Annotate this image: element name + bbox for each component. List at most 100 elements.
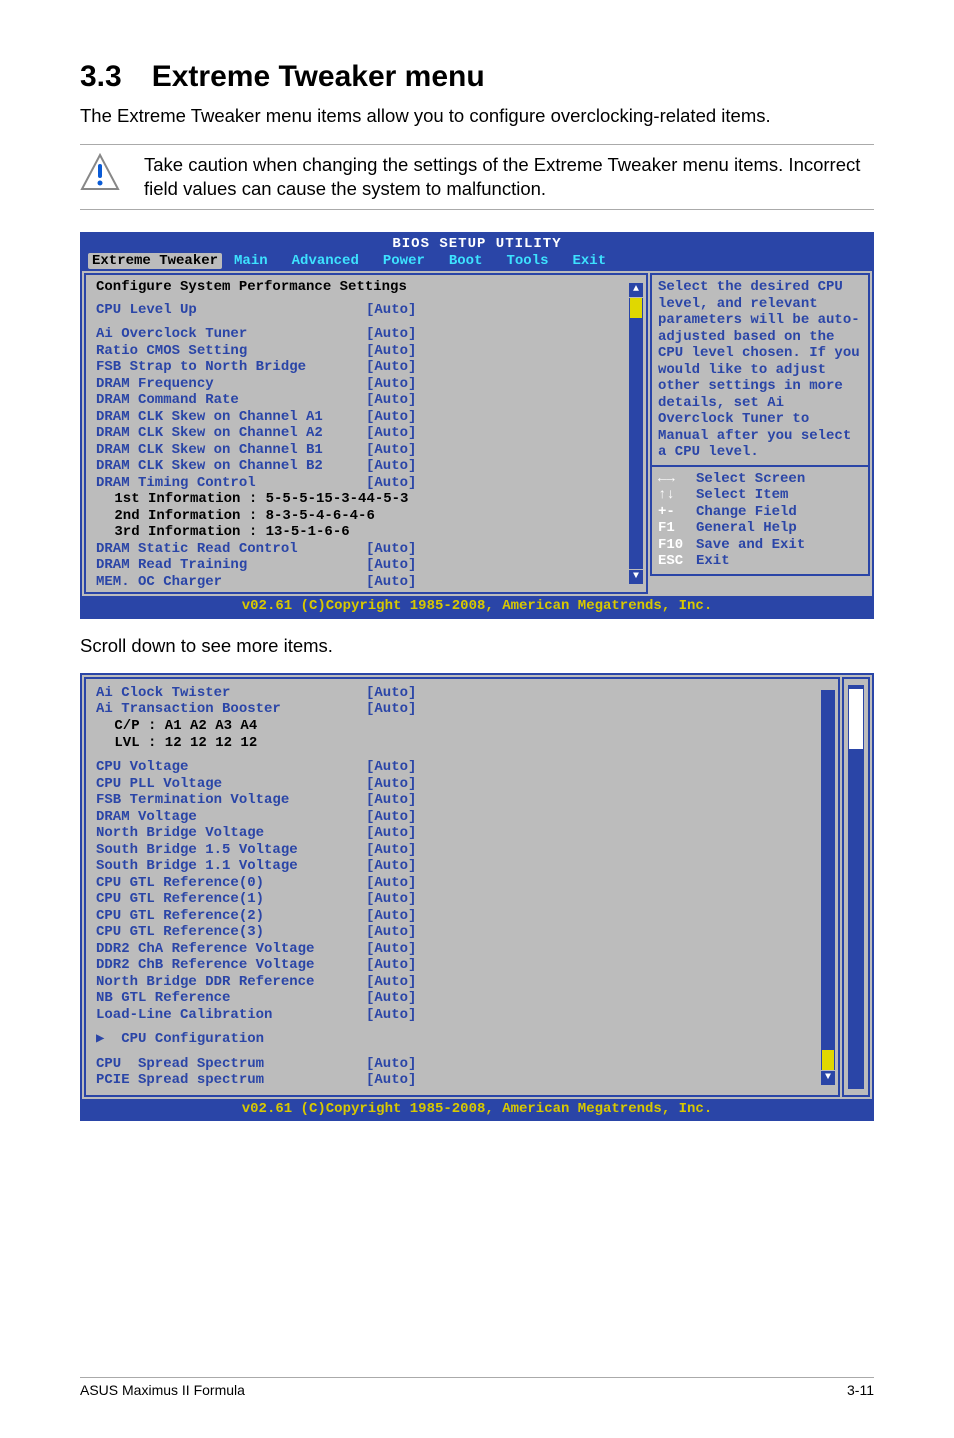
bios-setting-row[interactable]: DRAM Read Training[Auto]: [96, 557, 640, 574]
bios-setting-value: [Auto]: [366, 809, 416, 826]
bios-tab-power[interactable]: Power: [371, 253, 437, 270]
bios-setting-value: [Auto]: [366, 392, 416, 409]
bios-setting-row[interactable]: DRAM CLK Skew on Channel B2[Auto]: [96, 458, 640, 475]
bios-key-icon: F10: [658, 537, 696, 554]
bios-setting-row[interactable]: Ai Overclock Tuner[Auto]: [96, 326, 640, 343]
page-footer: ASUS Maximus II Formula 3-11: [80, 1377, 874, 1398]
bios-setting-row[interactable]: CPU GTL Reference(2)[Auto]: [96, 908, 832, 925]
bios-setting-row[interactable]: South Bridge 1.5 Voltage[Auto]: [96, 842, 832, 859]
bios-setting-row[interactable]: CPU GTL Reference(0)[Auto]: [96, 875, 832, 892]
bios-setting-row[interactable]: North Bridge Voltage[Auto]: [96, 825, 832, 842]
bios-setting-label: CPU GTL Reference(0): [96, 875, 366, 892]
bios-tab-exit[interactable]: Exit: [561, 253, 619, 270]
caution-text: Take caution when changing the settings …: [144, 153, 874, 201]
bios-setting-row[interactable]: DRAM CLK Skew on Channel A2[Auto]: [96, 425, 640, 442]
bios-setting-row[interactable]: DRAM Static Read Control[Auto]: [96, 541, 640, 558]
bios-setting-label: MEM. OC Charger: [96, 574, 366, 591]
bios-setting-label: Ai Overclock Tuner: [96, 326, 366, 343]
bios-setting-row[interactable]: CPU GTL Reference(3)[Auto]: [96, 924, 832, 941]
bios-setting-value: [Auto]: [366, 326, 416, 343]
bios-setting-row[interactable]: Ratio CMOS Setting[Auto]: [96, 343, 640, 360]
bios-setting-row[interactable]: FSB Termination Voltage[Auto]: [96, 792, 832, 809]
bios-setting-label: Ai Clock Twister: [96, 685, 366, 702]
bios-key-icon: ←→: [658, 471, 696, 488]
bios-key-row: ↑↓Select Item: [658, 487, 862, 504]
bios-info-line: 2nd Information : 8-3-5-4-6-4-6: [96, 508, 366, 525]
bios-setting-row[interactable]: North Bridge DDR Reference[Auto]: [96, 974, 832, 991]
bios-setting-row[interactable]: CPU Spread Spectrum[Auto]: [96, 1056, 832, 1073]
bios-setting-row[interactable]: DRAM Voltage[Auto]: [96, 809, 832, 826]
bios-setting-value: [Auto]: [366, 792, 416, 809]
bios-setting-row[interactable]: DDR2 ChA Reference Voltage[Auto]: [96, 941, 832, 958]
bios-setting-value: [Auto]: [366, 458, 416, 475]
bios-setting-row[interactable]: DRAM Command Rate[Auto]: [96, 392, 640, 409]
bios-setting-row[interactable]: CPU PLL Voltage[Auto]: [96, 776, 832, 793]
bios-submenu-item[interactable]: ▶ CPU Configuration: [96, 1031, 832, 1048]
bios-setting-label: DDR2 ChA Reference Voltage: [96, 941, 366, 958]
bios2-right-scroll-thumb[interactable]: [849, 689, 863, 749]
bios-key-icon: +-: [658, 504, 696, 521]
bios-setting-label: CPU Voltage: [96, 759, 366, 776]
bios-setting-row[interactable]: CPU Voltage[Auto]: [96, 759, 832, 776]
bios-help-text: Select the desired CPU level, and releva…: [650, 273, 870, 467]
scroll-up-icon[interactable]: ▲: [629, 283, 643, 297]
bios-setting-row[interactable]: FSB Strap to North Bridge[Auto]: [96, 359, 640, 376]
bios-setting-row[interactable]: Load-Line Calibration[Auto]: [96, 1007, 832, 1024]
bios-setting-row[interactable]: PCIE Spread spectrum[Auto]: [96, 1072, 832, 1089]
bios-setting-value: [Auto]: [366, 1072, 416, 1089]
caution-block: Take caution when changing the settings …: [80, 144, 874, 210]
bios-setting-label: DRAM Timing Control: [96, 475, 366, 492]
bios-setting-label: CPU PLL Voltage: [96, 776, 366, 793]
bios-footer: v02.61 (C)Copyright 1985-2008, American …: [82, 596, 872, 617]
bios-tab-main[interactable]: Main: [222, 253, 280, 270]
bios-setting-value: [Auto]: [366, 825, 416, 842]
bios-setting-row[interactable]: DRAM Frequency[Auto]: [96, 376, 640, 393]
bios-setting-row[interactable]: DRAM Timing Control[Auto]: [96, 475, 640, 492]
bios-setting-row[interactable]: DRAM CLK Skew on Channel B1[Auto]: [96, 442, 640, 459]
bios-setting-row[interactable]: CPU Level Up[Auto]: [96, 302, 640, 319]
scroll-thumb[interactable]: [630, 298, 642, 318]
bios-key-label: Exit: [696, 553, 730, 570]
bios-setting-label: North Bridge Voltage: [96, 825, 366, 842]
bios-setting-row[interactable]: DDR2 ChB Reference Voltage[Auto]: [96, 957, 832, 974]
bios-setting-row[interactable]: CPU GTL Reference(1)[Auto]: [96, 891, 832, 908]
bios-setting-value: [Auto]: [366, 409, 416, 426]
bios-key-label: Save and Exit: [696, 537, 805, 554]
scroll-track[interactable]: [629, 298, 643, 569]
bios-key-row: ←→Select Screen: [658, 471, 862, 488]
bios-setting-label: South Bridge 1.1 Voltage: [96, 858, 366, 875]
bios-setting-row[interactable]: Ai Clock Twister[Auto]: [96, 685, 832, 702]
bios-scrollbar[interactable]: ▲ ▼: [628, 283, 644, 584]
bios-tab-advanced[interactable]: Advanced: [280, 253, 371, 270]
bios-subinfo-line: LVL : 12 12 12 12: [96, 735, 366, 752]
bios-setting-row[interactable]: NB GTL Reference[Auto]: [96, 990, 832, 1007]
bios-left-pane: Configure System Performance Settings CP…: [84, 273, 648, 594]
scroll-down-icon[interactable]: ▼: [821, 1071, 835, 1085]
scroll-note: Scroll down to see more items.: [80, 635, 874, 657]
bios-setting-row[interactable]: Ai Transaction Booster[Auto]: [96, 701, 832, 718]
bios-setting-value: [Auto]: [366, 990, 416, 1007]
scroll-down-icon[interactable]: ▼: [629, 570, 643, 584]
bios-setting-label: DRAM Read Training: [96, 557, 366, 574]
bios-setting-value: [Auto]: [366, 376, 416, 393]
bios-setting-value: [Auto]: [366, 359, 416, 376]
bios-setting-label: DRAM Voltage: [96, 809, 366, 826]
bios-setting-value: [Auto]: [366, 776, 416, 793]
bios-setting-row[interactable]: DRAM CLK Skew on Channel A1[Auto]: [96, 409, 640, 426]
bios2-right-scroll-track[interactable]: [848, 685, 864, 1089]
bios2-footer: v02.61 (C)Copyright 1985-2008, American …: [82, 1099, 872, 1120]
bios-setting-label: South Bridge 1.5 Voltage: [96, 842, 366, 859]
scroll-thumb[interactable]: [822, 1050, 834, 1070]
bios-screenshot-1: BIOS SETUP UTILITY Extreme TweakerMainAd…: [80, 232, 874, 619]
bios-setting-value: [Auto]: [366, 557, 416, 574]
bios-title: BIOS SETUP UTILITY: [82, 234, 872, 253]
bios2-left-scrollbar[interactable]: ▼: [820, 689, 836, 1085]
bios-setting-row[interactable]: South Bridge 1.1 Voltage[Auto]: [96, 858, 832, 875]
bios-info-line: 3rd Information : 13-5-1-6-6: [96, 524, 366, 541]
bios-tab-boot[interactable]: Boot: [437, 253, 495, 270]
bios-setting-value: [Auto]: [366, 842, 416, 859]
bios-tab-tools[interactable]: Tools: [494, 253, 560, 270]
bios-setting-row[interactable]: MEM. OC Charger[Auto]: [96, 574, 640, 591]
bios-setting-label: DRAM CLK Skew on Channel A1: [96, 409, 366, 426]
bios-tab-extreme-tweaker[interactable]: Extreme Tweaker: [88, 253, 222, 270]
